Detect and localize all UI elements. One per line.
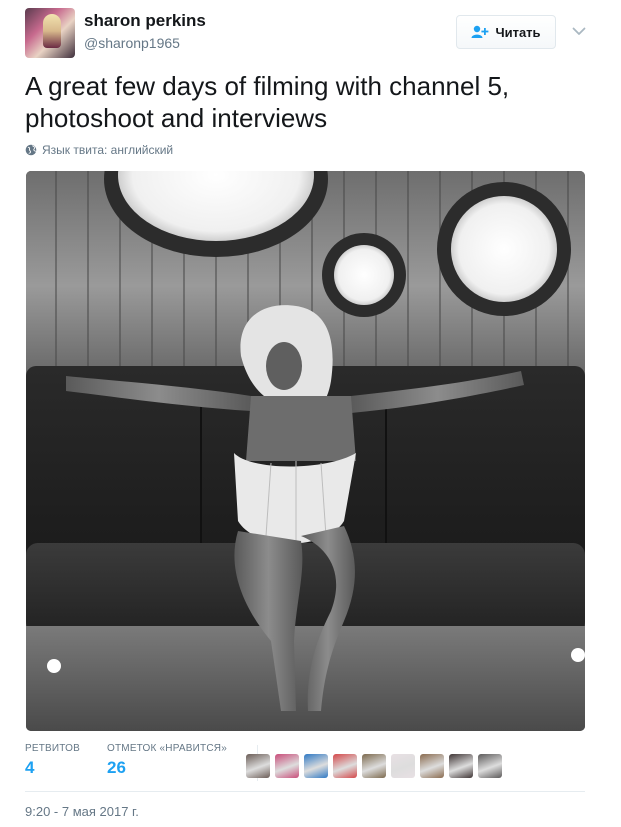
likes-label: ОТМЕТОК «НРАВИТСЯ» <box>107 743 227 754</box>
liker-avatar-2[interactable] <box>275 754 299 778</box>
language-note: Язык твита: английский <box>42 143 174 157</box>
likes-count: 26 <box>107 758 126 777</box>
divider <box>25 791 585 792</box>
tweet-container: sharon perkins @sharonp1965 Читать A gre… <box>0 0 621 827</box>
liker-avatar-5[interactable] <box>362 754 386 778</box>
retweets-count: 4 <box>25 758 35 777</box>
liker-avatar-7[interactable] <box>420 754 444 778</box>
globe-icon <box>25 144 37 156</box>
retweets-stat[interactable]: РЕТВИТОВ 4 <box>25 743 80 778</box>
display-name[interactable]: sharon perkins <box>84 11 206 31</box>
liker-avatars <box>246 754 507 778</box>
follow-label: Читать <box>495 24 541 40</box>
tweet-text: A great few days of filming with channel… <box>25 71 510 133</box>
liker-avatar-8[interactable] <box>449 754 473 778</box>
liker-avatar-9[interactable] <box>478 754 502 778</box>
tweet-timestamp[interactable]: 9:20 - 7 мая 2017 г. <box>25 804 139 819</box>
tweet-photo[interactable] <box>26 171 585 731</box>
user-handle[interactable]: @sharonp1965 <box>84 35 180 51</box>
follow-button[interactable]: Читать <box>456 15 556 49</box>
liker-avatar-4[interactable] <box>333 754 357 778</box>
retweets-label: РЕТВИТОВ <box>25 743 81 754</box>
language-indicator[interactable]: Язык твита: английский <box>25 143 173 157</box>
liker-avatar-1[interactable] <box>246 754 270 778</box>
avatar-figure <box>43 14 61 48</box>
avatar[interactable] <box>25 8 75 58</box>
add-user-icon <box>471 25 489 39</box>
liker-avatar-3[interactable] <box>304 754 328 778</box>
likes-stat[interactable]: ОТМЕТОК «НРАВИТСЯ» 26 <box>107 743 227 778</box>
chevron-down-icon[interactable] <box>570 22 588 40</box>
liker-avatar-6[interactable] <box>391 754 415 778</box>
